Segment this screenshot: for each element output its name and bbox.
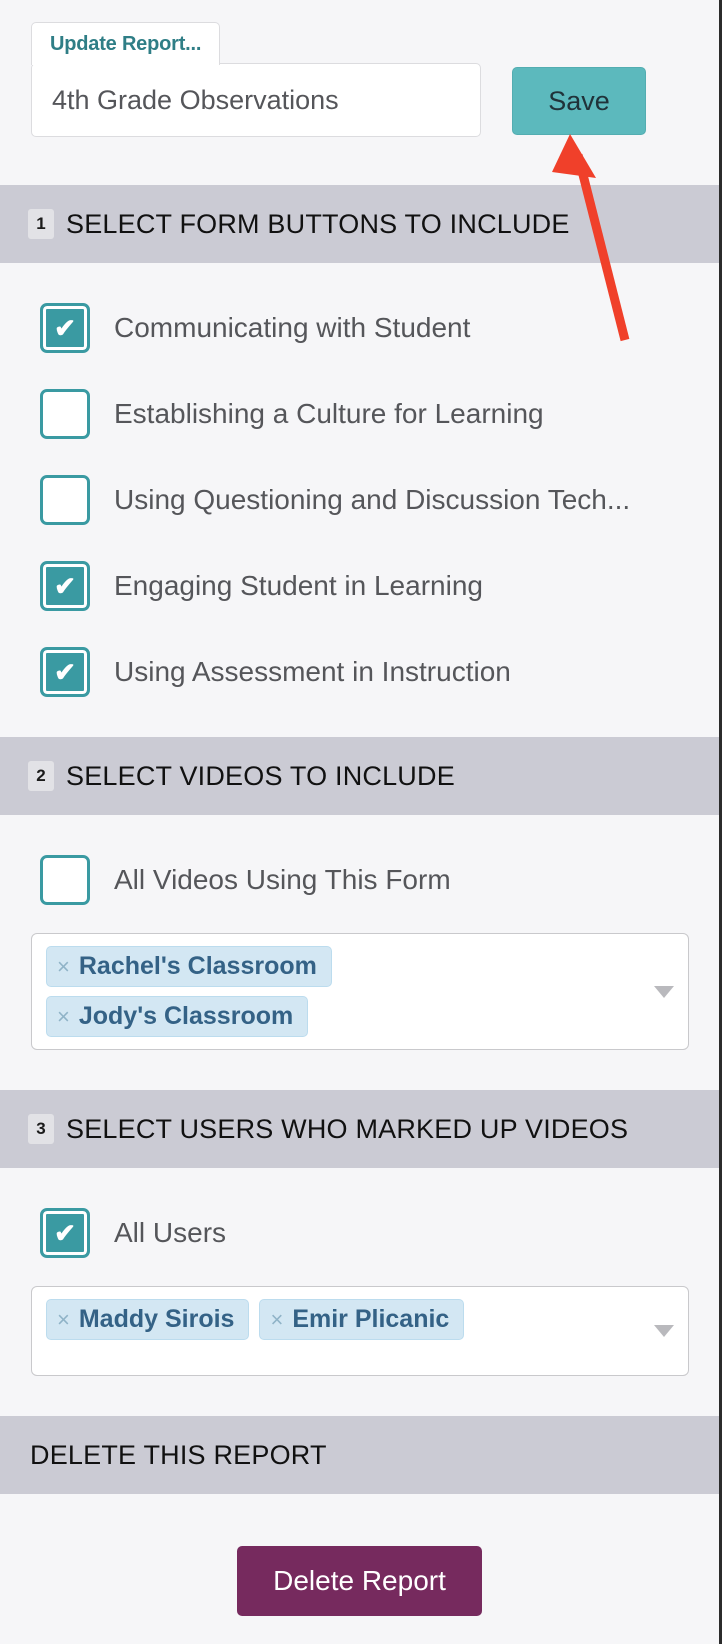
report-name-value: 4th Grade Observations: [52, 84, 339, 115]
chevron-down-icon[interactable]: [654, 985, 674, 998]
form-button-label-0: Communicating with Student: [114, 312, 471, 343]
section-number-3: 3: [28, 1114, 54, 1144]
video-token-jodys-classroom[interactable]: × Jody's Classroom: [46, 996, 309, 1037]
user-token-label-1: Emir Plicanic: [292, 1305, 450, 1333]
form-button-label-4: Using Assessment in Instruction: [114, 656, 511, 687]
tab-update-report-label: Update Report...: [50, 32, 202, 55]
remove-token-icon[interactable]: ×: [57, 955, 70, 978]
form-button-row-1[interactable]: ✔ Establishing a Culture for Learning: [0, 371, 719, 457]
checkmark-icon: ✔: [54, 571, 76, 601]
section-number-1: 1: [28, 209, 54, 239]
form-button-row-0[interactable]: ✔ Communicating with Student: [0, 285, 719, 371]
section-header-videos: 2 SELECT VIDEOS TO INCLUDE: [0, 737, 719, 815]
checkbox-all-users[interactable]: ✔: [40, 1208, 90, 1258]
all-users-row[interactable]: ✔ All Users: [0, 1190, 719, 1276]
section-header-delete: DELETE THIS REPORT: [0, 1416, 719, 1494]
remove-token-icon[interactable]: ×: [57, 1005, 70, 1028]
videos-bottom-spacer: [0, 1050, 719, 1068]
section-header-form-buttons: 1 SELECT FORM BUTTONS TO INCLUDE: [0, 185, 719, 263]
section-title-users: SELECT USERS WHO MARKED UP VIDEOS: [66, 1113, 629, 1144]
form-button-row-2[interactable]: ✔ Using Questioning and Discussion Tech.…: [0, 457, 719, 543]
checkmark-icon: ✔: [54, 313, 76, 343]
section-header-users: 3 SELECT USERS WHO MARKED UP VIDEOS: [0, 1090, 719, 1168]
checkbox-using-assessment-in-instruction[interactable]: ✔: [40, 647, 90, 697]
form-button-label-3: Engaging Student in Learning: [114, 570, 483, 601]
delete-area: Delete Report: [0, 1494, 719, 1644]
form-button-label-1: Establishing a Culture for Learning: [114, 398, 544, 429]
checkbox-all-videos-using-this-form[interactable]: ✔: [40, 855, 90, 905]
chevron-down-icon[interactable]: [654, 1325, 674, 1337]
users-bottom-spacer: [0, 1376, 719, 1394]
user-token-label-0: Maddy Sirois: [78, 1305, 235, 1333]
checkbox-using-questioning-and-discussion[interactable]: ✔: [40, 475, 90, 525]
tab-update-report[interactable]: Update Report...: [31, 22, 221, 65]
users-multiselect[interactable]: × Maddy Sirois × Emir Plicanic: [31, 1286, 689, 1376]
checkbox-engaging-student-in-learning[interactable]: ✔: [40, 561, 90, 611]
video-token-label-1: Jody's Classroom: [78, 1002, 294, 1030]
all-videos-row[interactable]: ✔ All Videos Using This Form: [0, 837, 719, 923]
section-body-users: ✔ All Users × Maddy Sirois × Emir Plican…: [0, 1168, 719, 1416]
form-button-row-4[interactable]: ✔ Using Assessment in Instruction: [0, 629, 719, 715]
report-header: Update Report... 4th Grade Observations …: [0, 0, 719, 185]
checkmark-icon: ✔: [54, 1218, 76, 1248]
save-button-label: Save: [548, 85, 610, 116]
user-token-emir-plicanic[interactable]: × Emir Plicanic: [259, 1299, 465, 1340]
delete-report-button[interactable]: Delete Report: [237, 1546, 482, 1616]
remove-token-icon[interactable]: ×: [270, 1308, 283, 1331]
checkmark-icon: ✔: [54, 657, 76, 687]
section-body-form-buttons: ✔ Communicating with Student ✔ Establish…: [0, 263, 719, 737]
remove-token-icon[interactable]: ×: [57, 1308, 70, 1331]
checkbox-establishing-a-culture-for-learning[interactable]: ✔: [40, 389, 90, 439]
form-button-label-2: Using Questioning and Discussion Tech...: [114, 484, 631, 515]
update-report-panel: Update Report... 4th Grade Observations …: [0, 0, 722, 1644]
save-button[interactable]: Save: [512, 67, 646, 135]
video-token-rachels-classroom[interactable]: × Rachel's Classroom: [46, 946, 332, 987]
section-title-form-buttons: SELECT FORM BUTTONS TO INCLUDE: [66, 208, 570, 239]
all-videos-label: All Videos Using This Form: [114, 864, 451, 895]
section-title-videos: SELECT VIDEOS TO INCLUDE: [66, 760, 455, 791]
all-users-label: All Users: [114, 1217, 227, 1248]
user-token-maddy-sirois[interactable]: × Maddy Sirois: [46, 1299, 250, 1340]
report-name-input[interactable]: 4th Grade Observations: [31, 63, 481, 137]
checkbox-communicating-with-student[interactable]: ✔: [40, 303, 90, 353]
video-token-label-0: Rachel's Classroom: [78, 952, 317, 980]
form-button-row-3[interactable]: ✔ Engaging Student in Learning: [0, 543, 719, 629]
section-title-delete: DELETE THIS REPORT: [30, 1439, 327, 1470]
section-body-videos: ✔ All Videos Using This Form × Rachel's …: [0, 815, 719, 1090]
section-number-2: 2: [28, 761, 54, 791]
videos-multiselect[interactable]: × Rachel's Classroom × Jody's Classroom: [31, 933, 689, 1050]
